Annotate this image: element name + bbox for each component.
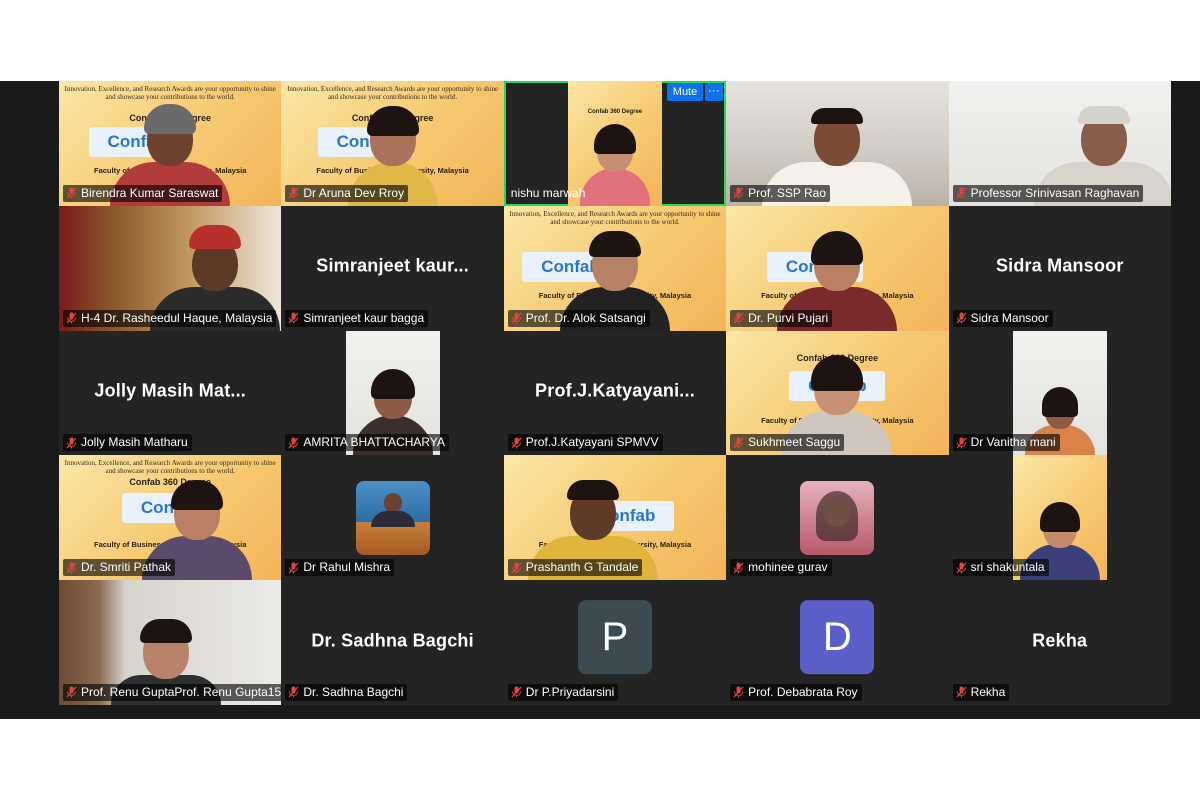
slide-header: Innovation, Excellence, and Research Awa… (64, 85, 276, 101)
mic-muted-icon (288, 686, 299, 698)
name-label: Prashanth G Tandale (507, 559, 643, 577)
mic-muted-icon (956, 312, 967, 324)
mic-muted-icon (511, 312, 522, 324)
mic-muted-icon (288, 312, 299, 324)
mic-muted-icon (956, 187, 967, 199)
participant-display-name: Sidra Mansoor (995, 255, 1124, 276)
name-label: sri shakuntala (952, 559, 1049, 577)
mic-muted-icon (66, 686, 77, 698)
participant-display-name: Jolly Masih Mat... (94, 380, 247, 401)
participant-tile[interactable]: sri shakuntala (948, 455, 1171, 581)
name-label: Simranjeet kaur bagga (285, 309, 429, 327)
participant-display-name: Rekha (1032, 629, 1088, 650)
name-label: Prof. SSP Rao (730, 184, 830, 202)
mic-muted-icon (956, 437, 967, 449)
participant-tile[interactable]: Simranjeet kaur... Simranjeet kaur bagga (281, 205, 504, 331)
participant-tile[interactable]: Confab Faculty of Business ... Universit… (503, 455, 727, 581)
participant-tile[interactable]: Prof. Renu GuptaProf. Renu Gupta15... (59, 580, 282, 705)
name-label: Sukhmeet Saggu (730, 434, 845, 452)
participant-tile[interactable]: D Prof. Debabrata Roy (726, 580, 949, 705)
name-label: Birendra Kumar Saraswat (63, 184, 223, 202)
participant-avatar: P (577, 599, 652, 674)
name-label: Dr P.Priyadarsini (507, 683, 619, 701)
participant-tile[interactable]: Sidra Mansoor Sidra Mansoor (948, 205, 1171, 331)
participant-tile-active-speaker[interactable]: Confab 360 Degree Mute ··· nishu marwah (503, 81, 727, 206)
mic-muted-icon (511, 562, 522, 574)
name-label: Dr. Purvi Pujari (730, 309, 833, 327)
name-label: nishu marwah (510, 185, 586, 200)
participant-tile[interactable]: AMRITA BHATTACHARYA (281, 330, 504, 456)
mic-muted-icon (956, 562, 967, 574)
name-label: Prof. Dr. Alok Satsangi (507, 309, 650, 327)
mic-muted-icon (66, 312, 77, 324)
slide-header: Innovation, Excellence, and Research Awa… (287, 85, 499, 101)
participant-tile[interactable]: Innovation, Excellence, and Research Awa… (59, 455, 282, 581)
participant-display-name: Prof.J.Katyayani... (535, 380, 695, 401)
name-label: Prof. Debabrata Roy (730, 683, 862, 701)
mic-muted-icon (733, 686, 744, 698)
mic-muted-icon (511, 437, 522, 449)
participant-tile[interactable]: Dr Rahul Mishra (281, 455, 504, 581)
name-label: Professor Srinivasan Raghavan (952, 184, 1144, 202)
mic-muted-icon (66, 562, 77, 574)
participant-tile[interactable]: Prof.J.Katyayani... Prof.J.Katyayani SPM… (503, 330, 727, 456)
slide-header: Innovation, Excellence, and Research Awa… (64, 459, 276, 476)
participant-tile[interactable]: Innovation, Excellence, and Research Awa… (281, 81, 504, 206)
name-label: Dr. Smriti Pathak (63, 559, 176, 577)
mic-muted-icon (733, 187, 744, 199)
meeting-gallery-view: Innovation, Excellence, and Research Awa… (0, 81, 1200, 719)
mute-button[interactable]: Mute (666, 83, 704, 101)
participant-tile[interactable]: Dr. Sadhna Bagchi Dr. Sadhna Bagchi (281, 580, 504, 705)
mic-muted-icon (288, 562, 299, 574)
mic-muted-icon (66, 187, 77, 199)
participant-photo (800, 480, 875, 555)
name-label: Dr. Sadhna Bagchi (285, 683, 408, 701)
participant-tile[interactable]: Professor Srinivasan Raghavan (948, 81, 1171, 206)
name-label: Dr Rahul Mishra (285, 559, 395, 577)
mic-muted-icon (733, 437, 744, 449)
name-label: mohinee gurav (730, 559, 832, 577)
mic-muted-icon (733, 312, 744, 324)
participant-tile[interactable]: Prof. SSP Rao (726, 81, 949, 206)
name-label: H-4 Dr. Rasheedul Haque, Malaysia (63, 309, 277, 327)
participant-photo (355, 480, 430, 555)
slide-header: Innovation, Excellence, and Research Awa… (509, 209, 721, 226)
mic-muted-icon (288, 437, 299, 449)
mic-muted-icon (288, 187, 299, 199)
participant-tile[interactable]: Confab 360 Degree Confab Faculty of Busi… (726, 330, 949, 456)
participant-tile[interactable]: P Dr P.Priyadarsini (503, 580, 727, 705)
participant-tile[interactable]: Innovation, Excellence, and Research Awa… (503, 205, 727, 331)
more-options-button[interactable]: ··· (704, 83, 723, 101)
mic-muted-icon (66, 437, 77, 449)
name-label: Prof. Renu GuptaProf. Renu Gupta15... (63, 683, 282, 701)
name-label: Sidra Mansoor (952, 309, 1053, 327)
participant-avatar: D (800, 599, 875, 674)
name-label: Rekha (952, 683, 1010, 701)
participant-tile[interactable]: Rekha Rekha (948, 580, 1171, 705)
participant-display-name: Dr. Sadhna Bagchi (311, 629, 474, 650)
name-label: Dr Aruna Dev Rroy (285, 184, 409, 202)
name-label: Dr Vanitha mani (952, 434, 1060, 452)
participant-display-name: Simranjeet kaur... (316, 255, 469, 276)
participant-tile[interactable]: H-4 Dr. Rasheedul Haque, Malaysia (59, 205, 282, 331)
participant-tile[interactable]: Jolly Masih Mat... Jolly Masih Matharu (59, 330, 282, 456)
participant-tile[interactable]: mohinee gurav (726, 455, 949, 581)
name-label: Prof.J.Katyayani SPMVV (507, 434, 663, 452)
mic-muted-icon (511, 686, 522, 698)
slide-title: Confab 360 Degree (587, 109, 643, 115)
name-label: AMRITA BHATTACHARYA (285, 434, 449, 452)
mic-muted-icon (956, 686, 967, 698)
mic-muted-icon (733, 562, 744, 574)
participant-tile[interactable]: Confab Faculty of Business ... Universit… (726, 205, 949, 331)
participant-tile[interactable]: Innovation, Excellence, and Research Awa… (59, 81, 282, 206)
participant-grid: Innovation, Excellence, and Research Awa… (59, 81, 1171, 705)
name-label: Jolly Masih Matharu (63, 434, 192, 452)
participant-tile[interactable]: Dr Vanitha mani (948, 330, 1171, 456)
